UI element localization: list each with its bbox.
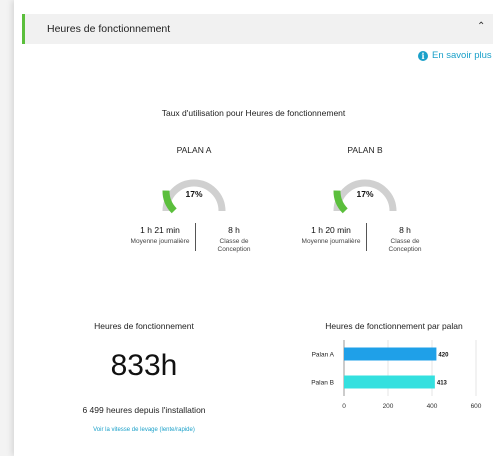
- palan-a-percent: 17%: [185, 189, 203, 199]
- chart-title: Heures de fonctionnement par palan: [325, 321, 463, 331]
- hours-since-install: 6 499 heures depuis l'installation: [82, 405, 206, 415]
- info-icon: i: [418, 50, 428, 61]
- palan-a-panel: PALAN A 17% 1 h 21 min Moyenne journaliè…: [124, 145, 264, 253]
- chevron-up-icon[interactable]: ⌃: [477, 21, 485, 32]
- bar-value-label: 413: [437, 381, 448, 387]
- stat-divider: [195, 223, 196, 251]
- section-header[interactable]: Heures de fonctionnement ⌃: [22, 14, 493, 44]
- palan-a-name: PALAN A: [176, 145, 212, 155]
- learn-more-link[interactable]: i En savoir plus: [418, 50, 492, 61]
- hours-per-hoist-chart: 0 200 400 600 Palan A 420 Palan B 413: [311, 340, 482, 410]
- learn-more-label: En savoir plus: [432, 50, 492, 61]
- bar-value-label: 420: [438, 353, 449, 359]
- section-title: Heures de fonctionnement: [47, 23, 171, 35]
- palan-b-avg-value: 1 h 20 min: [311, 225, 351, 235]
- palan-b-avg: 1 h 20 min Moyenne journalière: [301, 225, 361, 246]
- palan-a-design: 8 h Classe de Conception: [204, 225, 264, 254]
- palan-b-design-label: Classe de Conception: [388, 238, 422, 253]
- palan-b-panel: PALAN B 17% 1 h 20 min Moyenne journaliè…: [295, 145, 435, 253]
- bar: [344, 375, 435, 389]
- stat-divider: [366, 223, 367, 251]
- palan-a-avg-label: Moyenne journalière: [130, 238, 190, 245]
- palan-b-design-value: 8 h: [399, 225, 411, 235]
- lift-speed-link[interactable]: Voir la vitesse de levage (lente/rapide): [34, 427, 254, 433]
- header-accent-bar: [22, 14, 25, 44]
- x-tick-label: 600: [471, 403, 482, 410]
- x-tick-label: 0: [342, 403, 346, 410]
- palan-b-avg-label: Moyenne journalière: [301, 238, 361, 245]
- category-label: Palan B: [311, 380, 334, 387]
- palan-a-design-label: Classe de Conception: [217, 238, 251, 253]
- palan-b-design: 8 h Classe de Conception: [375, 225, 435, 254]
- palan-b-name: PALAN B: [347, 145, 383, 155]
- category-label: Palan A: [312, 352, 335, 359]
- operating-hours-total: 833h: [110, 349, 178, 382]
- palan-a-avg: 1 h 21 min Moyenne journalière: [130, 225, 190, 246]
- operating-hours-title: Heures de fonctionnement: [94, 321, 194, 331]
- palan-b-percent: 17%: [356, 189, 374, 199]
- utilization-title: Taux d'utilisation pour Heures de foncti…: [161, 108, 346, 118]
- palan-a-avg-value: 1 h 21 min: [140, 225, 180, 235]
- bar: [344, 347, 437, 361]
- operating-hours-card: Heures de fonctionnement ⌃ i En savoir p…: [14, 0, 493, 456]
- x-tick-label: 400: [427, 403, 438, 410]
- palan-a-design-value: 8 h: [228, 225, 240, 235]
- x-tick-label: 200: [383, 403, 394, 410]
